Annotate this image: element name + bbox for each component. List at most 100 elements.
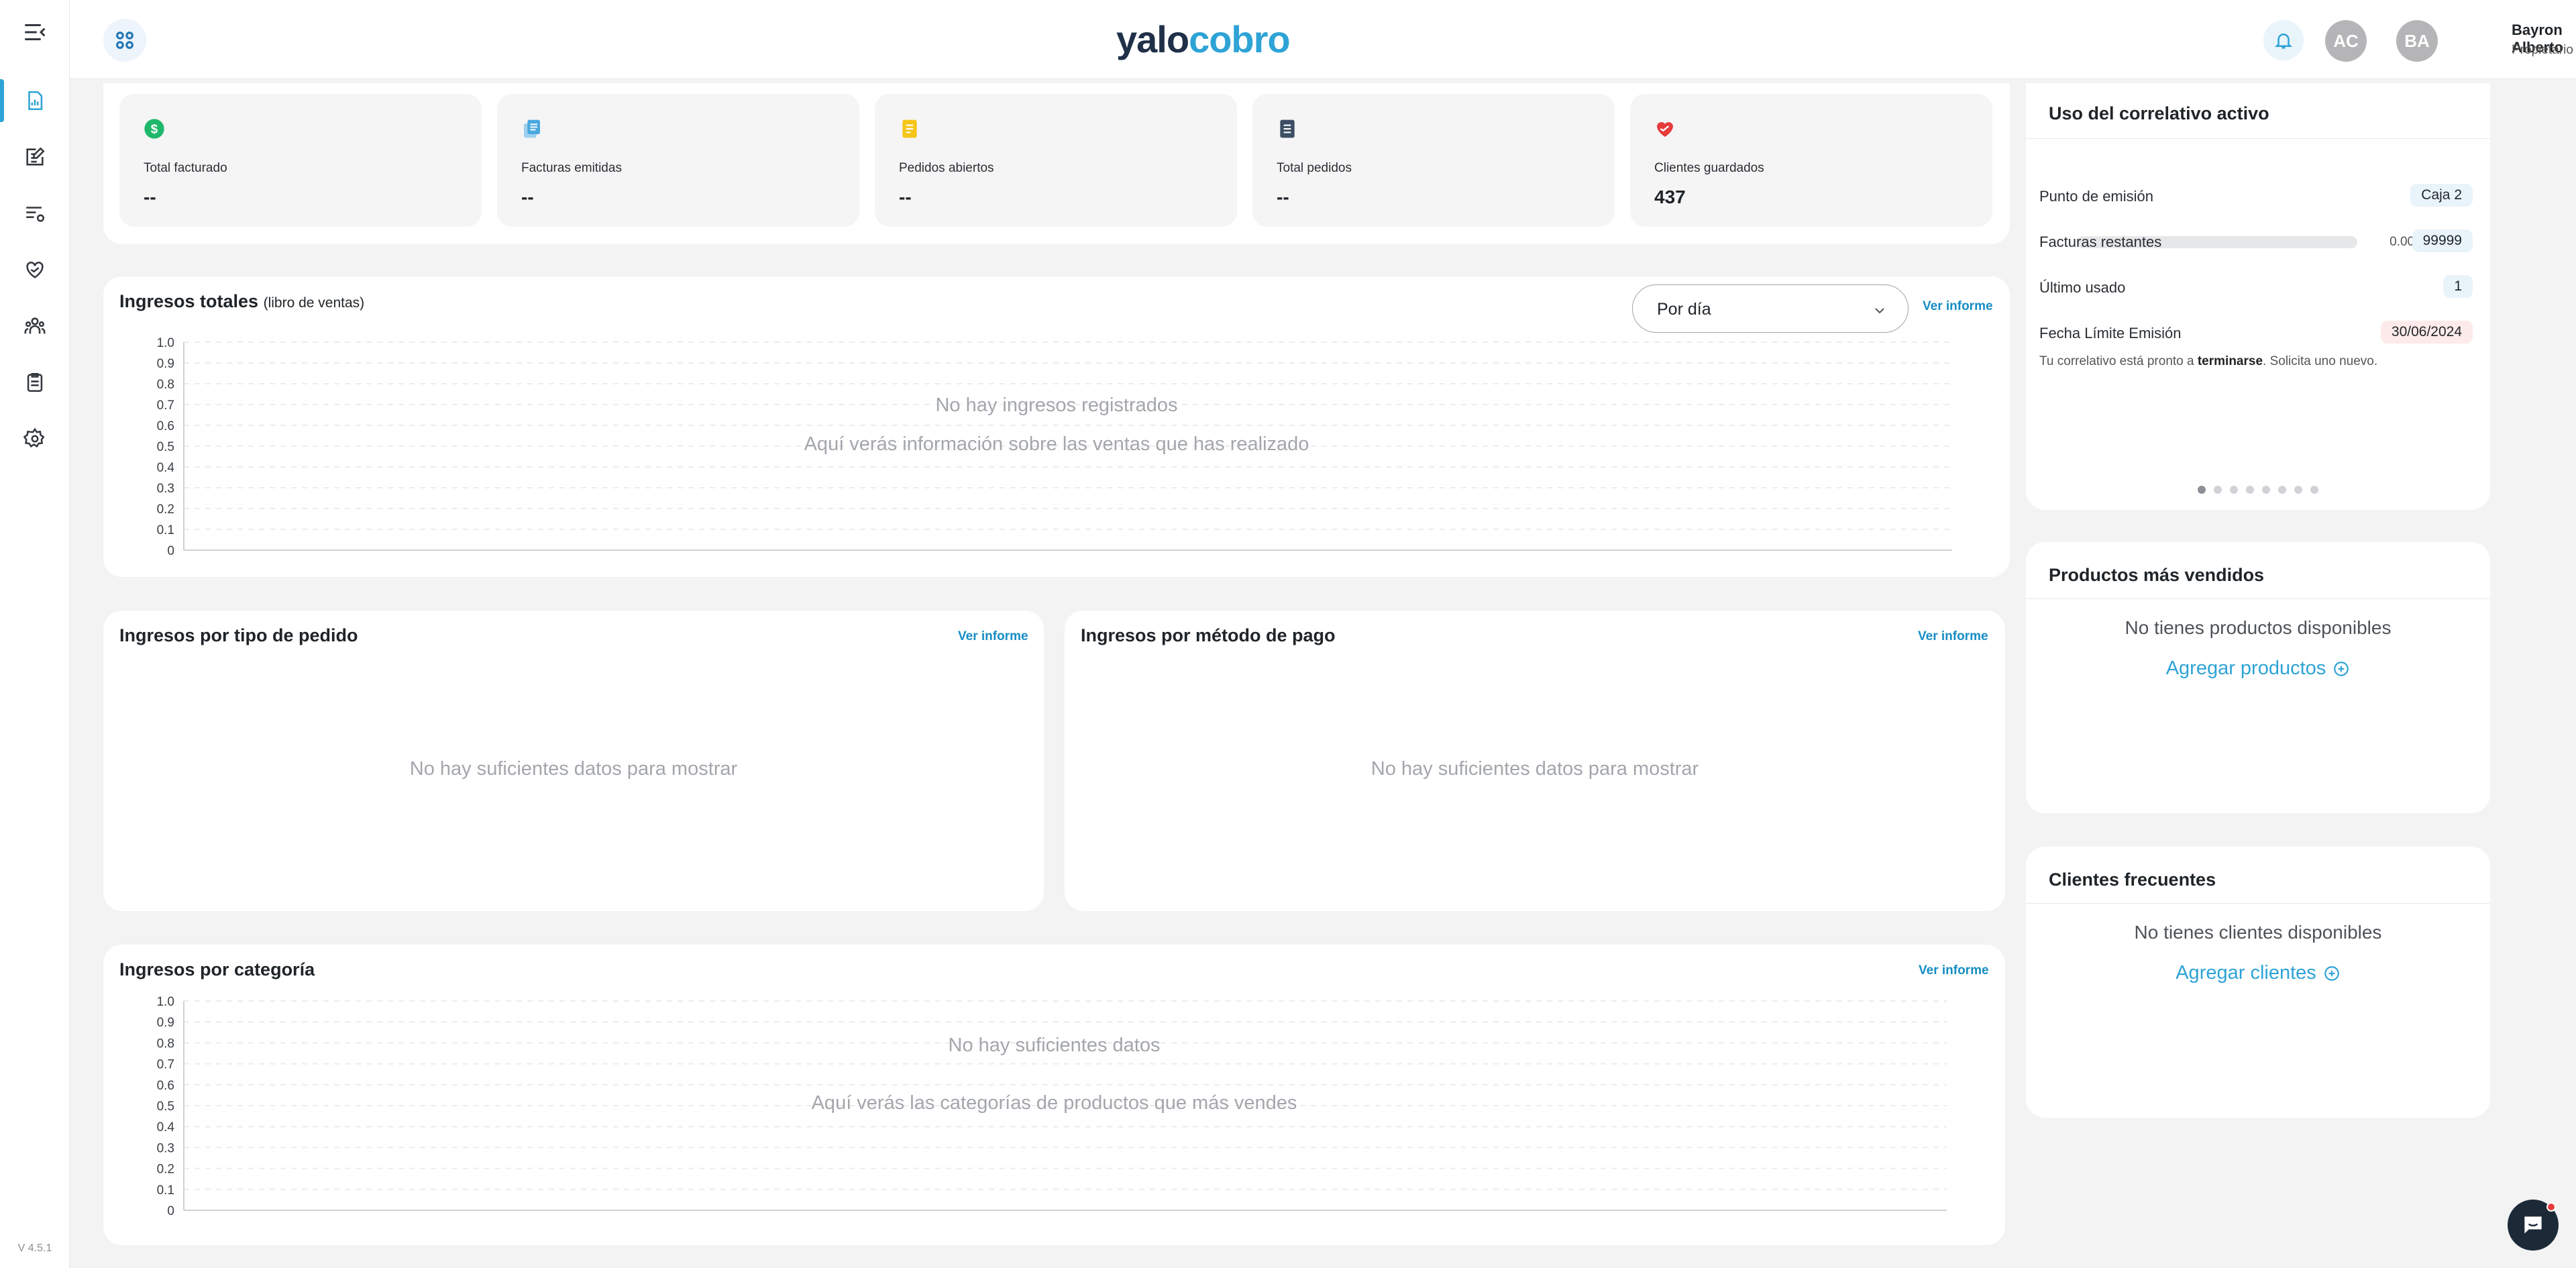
copy-docs-icon — [524, 119, 540, 138]
card-title: Ingresos por método de pago — [1081, 625, 1336, 645]
app-logo[interactable]: yalocobro — [1116, 17, 1291, 61]
logo-part-1: yalo — [1116, 18, 1189, 60]
stat-value: -- — [521, 187, 534, 207]
sidebar-nav — [0, 72, 70, 467]
sidebar-item-settings[interactable] — [0, 411, 70, 467]
card-title: Ingresos por tipo de pedido — [119, 625, 358, 645]
categoria-card: Ingresos por categoría 0 0.1 0.2 0.3 0.4 0.5 0… — [103, 945, 2005, 1245]
row-label: Fecha Límite Emisión — [2039, 325, 2182, 341]
stat-clientes-guardados[interactable]: Clientes guardados 437 — [1630, 94, 1992, 227]
y-tick-label: 0.6 — [157, 1079, 174, 1093]
card-title: Productos más vendidos — [2049, 565, 2265, 585]
empty-text: No hay suficientes datos para mostrar — [409, 758, 738, 780]
y-tick-label: 0 — [167, 544, 174, 558]
stat-label: Clientes guardados — [1654, 161, 1764, 175]
plus-circle-icon — [2334, 662, 2349, 677]
y-tick-label: 0.6 — [157, 419, 174, 433]
stat-label: Total facturado — [144, 161, 227, 175]
gear-icon — [23, 427, 45, 448]
empty-text: No tienes productos disponibles — [2125, 617, 2392, 638]
row-label: Último usado — [2039, 279, 2126, 296]
chevron-down-icon — [1875, 308, 1884, 314]
correlativo-card: Uso del correlativo activo 0.00% Punto d… — [2026, 83, 2490, 510]
carousel-dot[interactable] — [2198, 486, 2206, 494]
stat-pedidos-abiertos[interactable]: Pedidos abiertos -- — [875, 94, 1237, 227]
note-text: Tu correlativo está pronto a — [2039, 354, 2198, 368]
notifications-button[interactable] — [2263, 20, 2304, 60]
carousel-dot[interactable] — [2214, 486, 2222, 494]
row-value: 99999 — [2412, 229, 2473, 252]
divider — [2026, 138, 2490, 139]
carousel-dot[interactable] — [2230, 486, 2238, 494]
productos-card: Productos más vendidos No tienes product… — [2026, 542, 2490, 813]
carousel-dot[interactable] — [2294, 486, 2302, 494]
empty-title: No hay ingresos registrados — [935, 394, 1178, 416]
document-icon — [1280, 119, 1295, 138]
grid-apps-icon — [116, 32, 133, 49]
y-tick-label: 0.9 — [157, 357, 174, 371]
stat-total-pedidos[interactable]: Total pedidos -- — [1252, 94, 1615, 227]
empty-text: No tienes clientes disponibles — [2134, 922, 2382, 943]
y-tick-label: 0.2 — [157, 1163, 174, 1177]
plus-circle-icon — [2324, 966, 2339, 982]
apps-button[interactable] — [103, 19, 146, 62]
ver-informe-link[interactable]: Ver informe — [1918, 629, 1988, 644]
ver-informe-link[interactable]: Ver informe — [1919, 963, 1989, 978]
y-tick-label: 1.0 — [157, 995, 174, 1009]
sidebar-item-invoices[interactable] — [0, 129, 70, 185]
y-tick-label: 0.4 — [157, 1120, 175, 1134]
chat-button[interactable] — [2508, 1200, 2559, 1251]
y-tick-label: 0.2 — [157, 503, 174, 517]
y-tick-label: 0.4 — [157, 461, 175, 475]
chart-report-icon — [28, 91, 43, 111]
metodo-pago-card: Ingresos por método de pago Ver informe … — [1065, 611, 2005, 911]
row-label: Facturas restantes — [2039, 233, 2162, 250]
sidebar-item-orders[interactable] — [0, 185, 70, 242]
period-dropdown[interactable]: Por día — [1632, 284, 1909, 333]
topbar: yalocobro AC BA Bayron Alberto Propietar… — [70, 0, 2576, 79]
y-tick-label: 0.1 — [157, 523, 174, 537]
carousel-dot[interactable] — [2310, 486, 2318, 494]
y-tick-label: 0.9 — [157, 1016, 174, 1030]
avatar-user[interactable]: BA — [2396, 20, 2438, 62]
empty-text: No hay suficientes datos para mostrar — [1371, 758, 1699, 780]
divider — [2026, 903, 2490, 904]
menu-collapse-icon[interactable] — [23, 20, 47, 44]
dollar-circle-icon: $ — [144, 119, 164, 139]
clientes-card: Clientes frecuentes No tienes clientes d… — [2026, 847, 2490, 1118]
stat-label: Pedidos abiertos — [899, 161, 994, 175]
svg-text:$: $ — [151, 122, 158, 136]
ver-informe-link[interactable]: Ver informe — [1923, 299, 1993, 314]
carousel-dots — [2026, 486, 2490, 494]
heart-hand-icon — [26, 262, 44, 278]
stat-facturas-emitidas[interactable]: Facturas emitidas -- — [497, 94, 859, 227]
card-title: Uso del correlativo activo — [2049, 103, 2269, 123]
list-settings-icon — [26, 207, 45, 222]
sidebar-item-dashboard[interactable] — [0, 72, 70, 129]
clipboard-icon — [27, 372, 43, 392]
y-tick-label: 1.0 — [157, 336, 174, 350]
stat-total-facturado[interactable]: $ Total facturado -- — [119, 94, 482, 227]
chat-unread-badge — [2546, 1202, 2556, 1212]
sidebar-item-clients[interactable] — [0, 242, 70, 298]
empty-title: No hay suficientes datos — [948, 1035, 1161, 1056]
row-label: Punto de emisión — [2039, 188, 2153, 205]
y-tick-label: 0.3 — [157, 482, 174, 496]
ver-informe-link[interactable]: Ver informe — [958, 629, 1028, 644]
sidebar: V 4.5.1 — [0, 0, 70, 1268]
avatar-secondary[interactable]: AC — [2325, 20, 2367, 62]
note-icon — [902, 119, 917, 138]
sidebar-item-reports[interactable] — [0, 354, 70, 411]
carousel-dot[interactable] — [2246, 486, 2254, 494]
agregar-productos-link[interactable]: Agregar productos — [2026, 657, 2490, 680]
stat-value: -- — [1277, 187, 1289, 207]
stat-label: Facturas emitidas — [521, 161, 622, 175]
agregar-clientes-link[interactable]: Agregar clientes — [2026, 962, 2490, 984]
logo-part-2: cobro — [1189, 18, 1291, 60]
link-text: Agregar productos — [2165, 657, 2326, 679]
carousel-dot[interactable] — [2278, 486, 2286, 494]
carousel-dot[interactable] — [2262, 486, 2270, 494]
link-text: Agregar clientes — [2176, 962, 2316, 984]
sidebar-item-users[interactable] — [0, 298, 70, 354]
user-role: Propietario — [2512, 43, 2573, 57]
